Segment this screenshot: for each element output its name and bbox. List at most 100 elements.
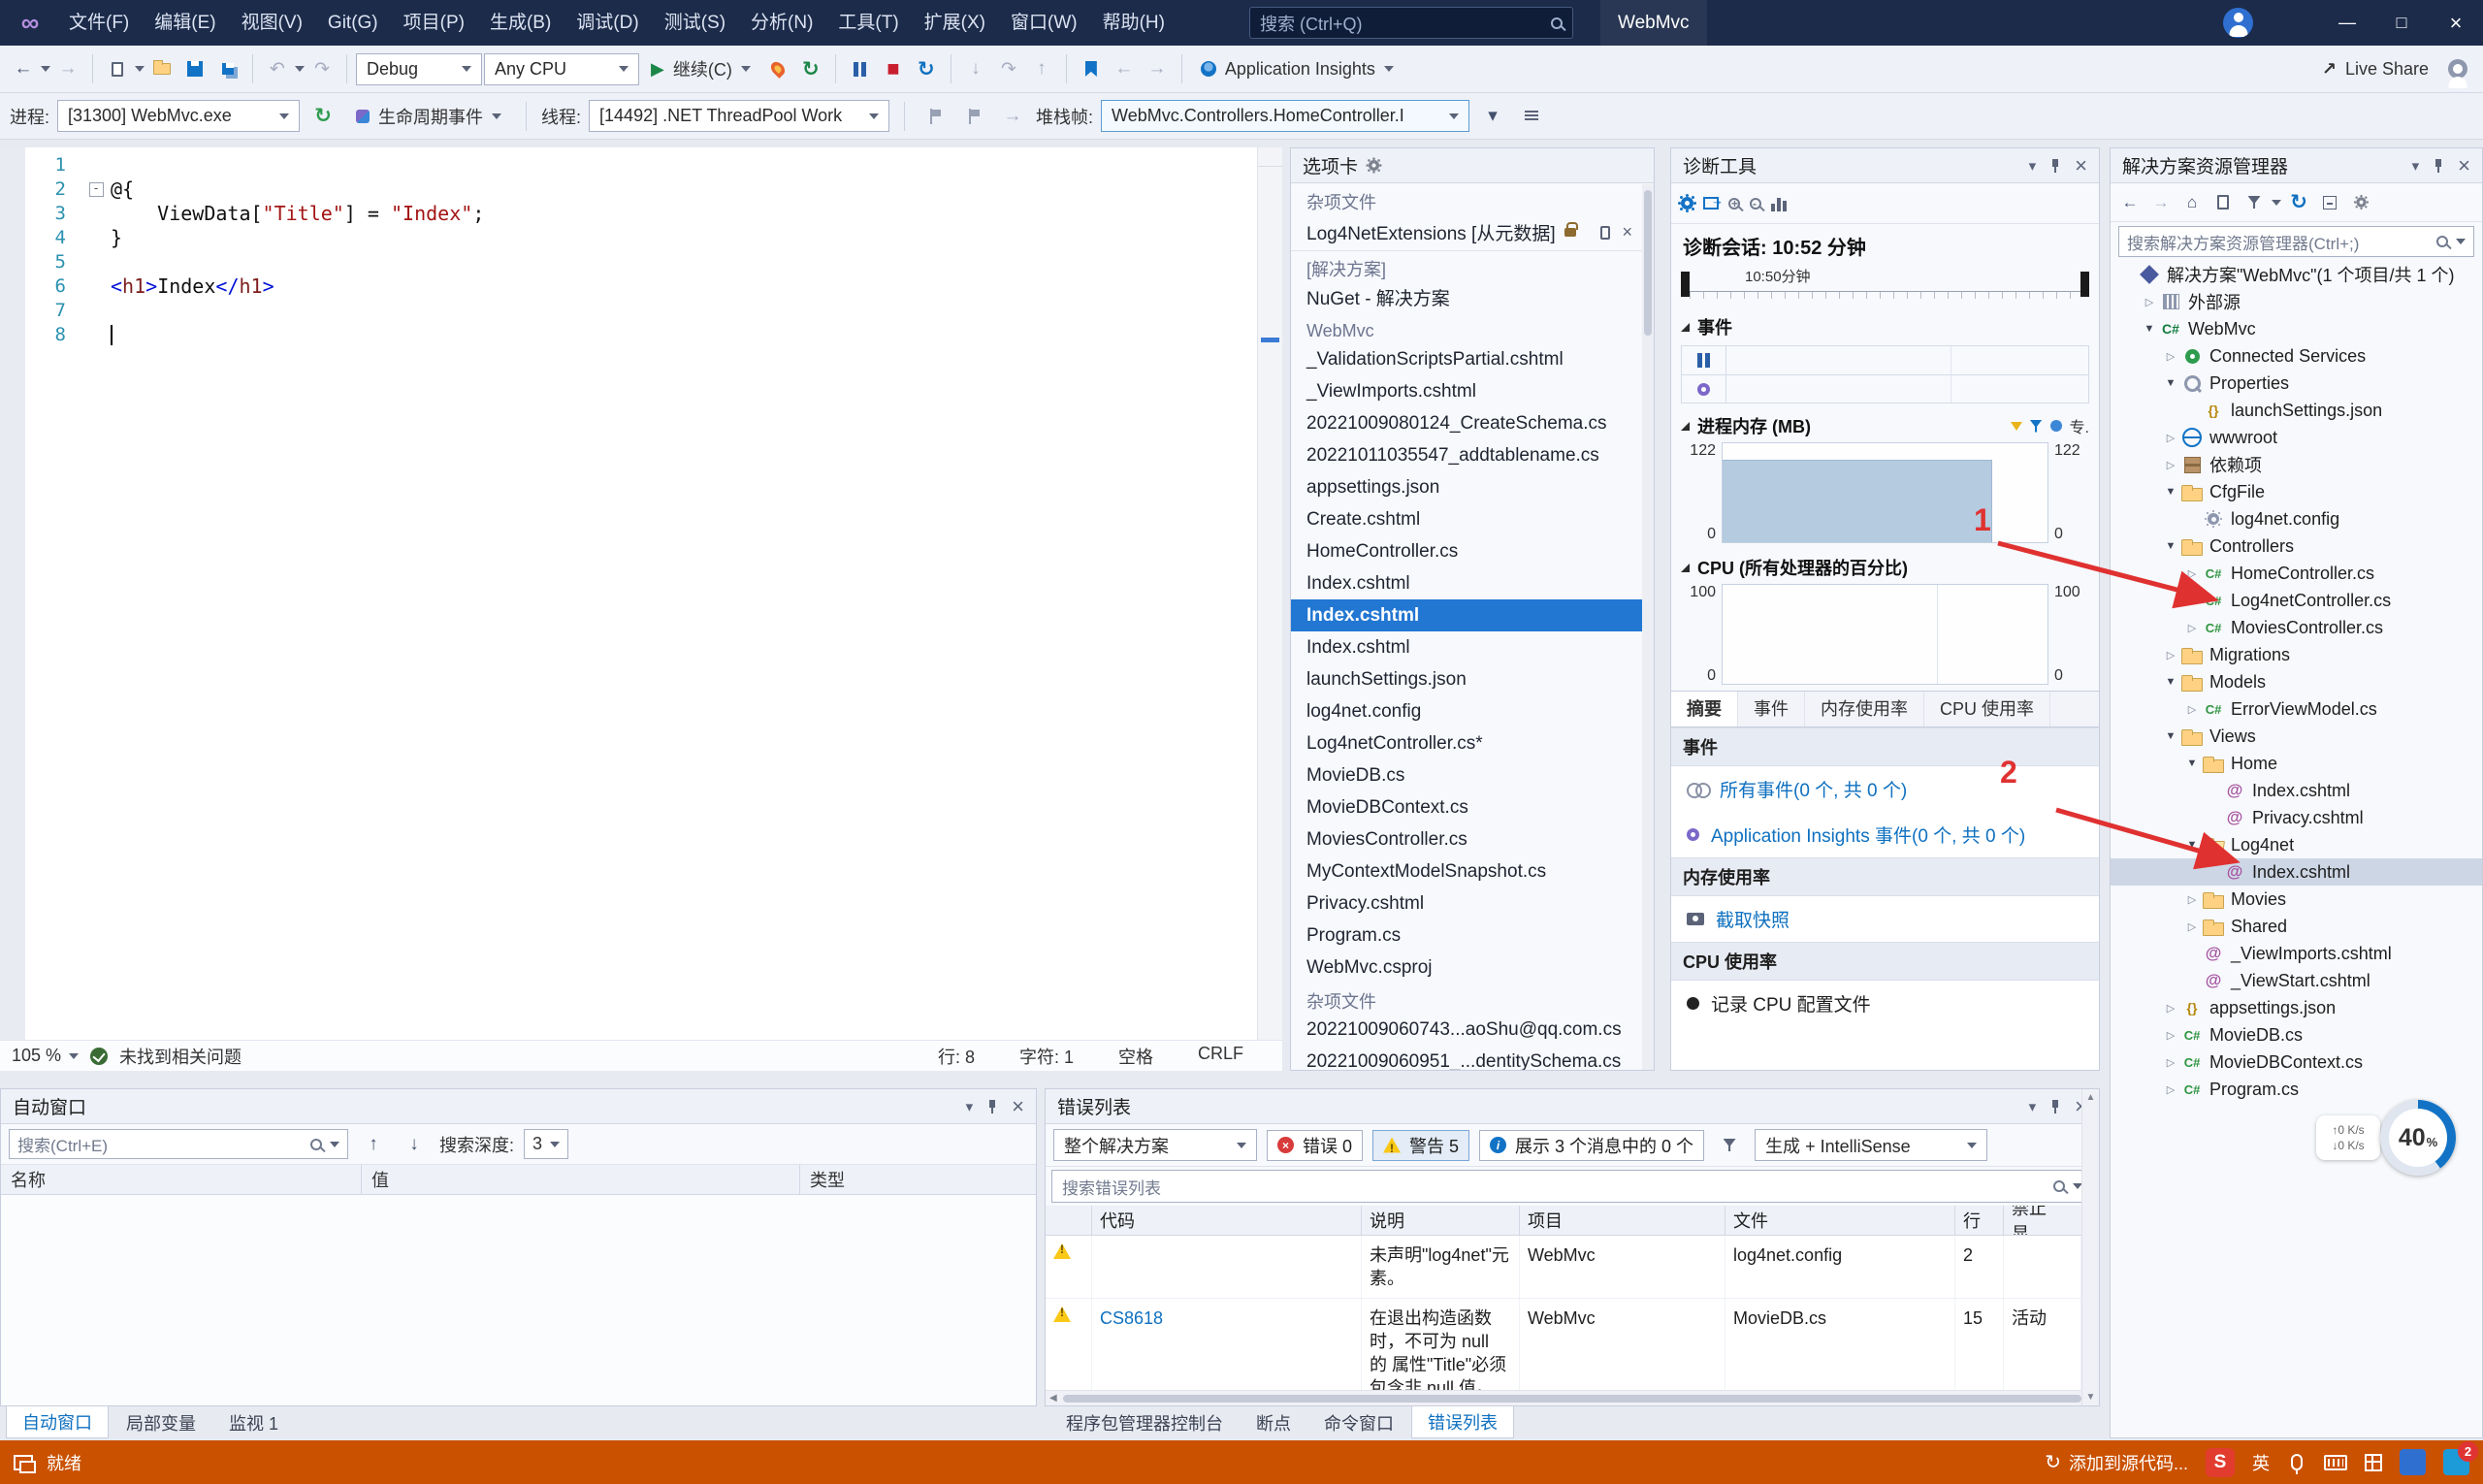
column-header[interactable]: 代码 — [1092, 1206, 1362, 1235]
editor-scrollbar[interactable] — [1257, 147, 1282, 1040]
tree-item[interactable]: Shared — [2111, 913, 2482, 940]
tree-item[interactable]: MoviesController.cs — [2111, 614, 2482, 641]
tool-window-tab[interactable]: 监视 1 — [213, 1406, 294, 1438]
menu-item[interactable]: 视图(V) — [229, 0, 315, 46]
toolbar-options-icon[interactable] — [1516, 99, 1547, 134]
new-file-icon[interactable] — [102, 51, 133, 86]
step-over-icon[interactable] — [993, 51, 1024, 86]
toolbar-overflow-icon[interactable] — [1477, 99, 1508, 134]
fold-margin[interactable] — [81, 274, 111, 299]
warnings-toggle[interactable]: 警告 5 — [1372, 1130, 1469, 1161]
document-health-icon[interactable] — [90, 1048, 108, 1065]
stop-debugging-icon[interactable] — [878, 51, 909, 86]
take-snapshot-link[interactable]: 截取快照 — [1716, 906, 1790, 932]
scrollbar-thumb[interactable] — [1063, 1395, 2082, 1403]
tree-item[interactable]: WebMvc — [2111, 315, 2482, 342]
app-insights-events-link[interactable]: Application Insights 事件(0 个, 共 0 个) — [1711, 822, 2025, 848]
split-grip-icon[interactable] — [1258, 147, 1282, 167]
close-panel-icon[interactable] — [2075, 153, 2087, 178]
menu-item[interactable]: 工具(T) — [825, 0, 911, 46]
navigate-dropdown-icon[interactable] — [41, 66, 50, 72]
properties-icon[interactable] — [2347, 188, 2374, 217]
fold-margin[interactable] — [81, 226, 111, 250]
tree-item[interactable]: wwwroot — [2111, 424, 2482, 451]
expander-icon[interactable] — [2161, 1002, 2180, 1015]
save-icon[interactable] — [179, 51, 210, 86]
navigate-backward-icon[interactable] — [8, 51, 39, 86]
ime-grid-icon[interactable] — [2365, 1454, 2382, 1471]
tree-item[interactable]: MovieDBContext.cs — [2111, 1048, 2482, 1076]
column-header[interactable]: 文件 — [1725, 1206, 1955, 1235]
tree-item[interactable]: ErrorViewModel.cs — [2111, 695, 2482, 723]
code-line[interactable]: 5 — [25, 250, 1257, 274]
tool-window-tab[interactable]: 程序包管理器控制台 — [1050, 1406, 1239, 1438]
continue-button[interactable]: 继续(C) — [641, 51, 760, 86]
expander-icon[interactable] — [2161, 540, 2180, 552]
close-button[interactable] — [2429, 0, 2483, 46]
column-header[interactable] — [1046, 1206, 1092, 1235]
column-header[interactable]: 值 — [362, 1165, 800, 1194]
tab-list-item[interactable]: MyContextModelSnapshot.cs × — [1291, 855, 1642, 887]
gear-icon[interactable] — [1369, 160, 1379, 171]
expander-icon[interactable] — [2161, 649, 2180, 661]
source-filter-select[interactable]: 生成 + IntelliSense — [1755, 1129, 1987, 1161]
tab-list-item[interactable]: Program.cs × — [1291, 919, 1642, 952]
tree-item[interactable]: launchSettings.json — [2111, 397, 2482, 424]
undo-icon[interactable] — [262, 51, 293, 86]
tool-window-tab[interactable]: 局部变量 — [111, 1406, 211, 1438]
expander-icon[interactable] — [2182, 595, 2202, 607]
search-options-icon[interactable] — [330, 1142, 339, 1147]
network-speed-badge[interactable]: ↑0 K/s ↓0 K/s — [2316, 1115, 2380, 1160]
tab-list-item[interactable]: Index.cshtml × — [1291, 599, 1642, 631]
expander-icon[interactable] — [2140, 296, 2159, 308]
error-code-link[interactable]: CS8618 — [1100, 1307, 1163, 1330]
tab-list-item[interactable]: MovieDB.cs × — [1291, 759, 1642, 791]
diagnostics-tab[interactable]: 摘要 — [1671, 692, 1738, 726]
tab-list-item[interactable]: 杂项文件 × — [1291, 184, 1642, 214]
flag-thread-icon[interactable] — [958, 99, 989, 134]
menu-item[interactable]: 生成(B) — [477, 0, 564, 46]
feedback-icon[interactable] — [2440, 51, 2475, 86]
live-share-button[interactable]: Live Share — [2312, 51, 2438, 86]
cpu-chart[interactable]: 1000 1000 — [1681, 584, 2089, 685]
spaces-indicator[interactable]: 空格 — [1118, 1044, 1153, 1069]
tree-item[interactable]: Properties — [2111, 370, 2482, 397]
tab-list-item[interactable]: Create.cshtml × — [1291, 503, 1642, 535]
column-header[interactable]: 名称 — [1, 1165, 362, 1194]
tab-list-item[interactable]: Log4netController.cs* × — [1291, 727, 1642, 759]
error-row[interactable]: 未声明"log4net"元素。 WebMvc log4net.config 2 — [1046, 1236, 2081, 1299]
expander-icon[interactable] — [2161, 486, 2180, 498]
search-up-icon[interactable] — [358, 1127, 389, 1162]
refresh-icon[interactable] — [2285, 188, 2312, 217]
memory-section-header[interactable]: 进程内存 (MB) 专. — [1671, 407, 2099, 440]
tree-item[interactable]: 解决方案"WebMvc"(1 个项目/共 1 个) — [2111, 261, 2482, 288]
diagnostics-tab[interactable]: CPU 使用率 — [1924, 692, 2050, 726]
column-header[interactable]: 说明 — [1362, 1206, 1520, 1235]
menu-item[interactable]: 测试(S) — [652, 0, 738, 46]
tab-list-item[interactable]: Log4NetExtensions [从元数据] × — [1291, 214, 1642, 251]
menu-item[interactable]: 帮助(H) — [1090, 0, 1177, 46]
quick-search[interactable]: 搜索 (Ctrl+Q) — [1249, 7, 1573, 39]
application-insights-dropdown[interactable]: Application Insights — [1191, 51, 1403, 86]
collapse-all-icon[interactable] — [2316, 188, 2343, 217]
expander-icon[interactable] — [2161, 377, 2180, 389]
tree-item[interactable]: Migrations — [2111, 641, 2482, 668]
tree-item[interactable]: _ViewImports.cshtml — [2111, 940, 2482, 967]
taskbar-app-icon[interactable] — [2400, 1449, 2426, 1475]
cpu-section-header[interactable]: CPU (所有处理器的百分比) — [1671, 549, 2099, 582]
step-into-icon[interactable] — [960, 51, 991, 86]
pin-icon[interactable] — [2049, 1100, 2061, 1113]
tool-window-tab[interactable]: 错误列表 — [1411, 1406, 1514, 1438]
expander-icon[interactable] — [2161, 1056, 2180, 1069]
preview-icon[interactable] — [1600, 226, 1610, 240]
lifecycle-events-dropdown[interactable]: 生命周期事件 — [346, 99, 511, 134]
tab-list-item[interactable]: 20221009060743...aoShu@qq.com.cs × — [1291, 1014, 1642, 1046]
tree-item[interactable]: MovieDB.cs — [2111, 1021, 2482, 1048]
tree-item[interactable]: Home — [2111, 750, 2482, 777]
code-line[interactable]: 7 — [25, 299, 1257, 323]
errors-toggle[interactable]: 错误 0 — [1267, 1130, 1363, 1161]
tab-list-item[interactable]: 杂项文件 × — [1291, 984, 1642, 1014]
timeline-left-handle[interactable] — [1681, 272, 1690, 297]
notification-icon[interactable]: 2 — [2443, 1449, 2469, 1475]
menu-item[interactable]: 扩展(X) — [912, 0, 998, 46]
